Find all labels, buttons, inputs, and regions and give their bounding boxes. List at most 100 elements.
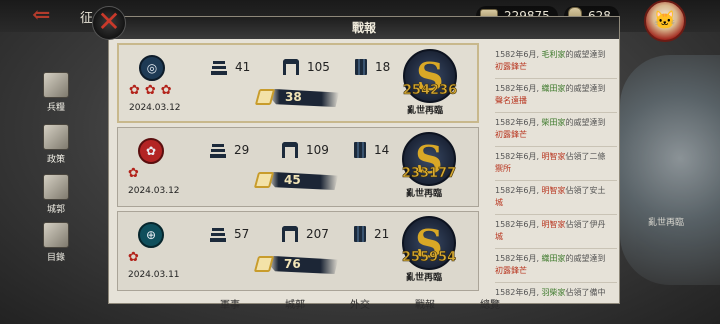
brush-stroke-bar xyxy=(269,89,339,107)
brush-stroke-bar xyxy=(268,172,338,190)
sidebar-item-catalog[interactable]: 目錄 xyxy=(38,222,74,263)
log-entry: 1582年6月, 明智家佔領了安土城 xyxy=(495,181,617,215)
log-rank: 聲名遠播 xyxy=(495,96,527,105)
log-clan: 明智家 xyxy=(541,186,566,195)
record-date: 2024.03.11 xyxy=(128,270,180,280)
castle-icon xyxy=(210,142,226,158)
back-arrow-icon[interactable]: ⇐ xyxy=(32,4,58,28)
background-scene: 亂世再臨 xyxy=(620,55,720,285)
sidebar-item-label: 兵糧 xyxy=(46,103,65,113)
helmet-icon xyxy=(282,142,298,158)
sidebar-item-label: 目錄 xyxy=(46,253,65,263)
sidebar-item-policy[interactable]: 政策 xyxy=(38,124,74,165)
log-date: 1582年6月, xyxy=(495,50,542,59)
log-clan: 毛利家 xyxy=(541,50,566,59)
log-text: 的威望達到 xyxy=(565,50,606,59)
log-clan: 柴田家 xyxy=(541,118,566,127)
log-clan: 織田家 xyxy=(541,254,566,263)
sidebar-item-castle[interactable]: 城郭 xyxy=(38,174,74,215)
tab-overview[interactable]: 總覽 xyxy=(480,296,500,316)
bottom-tabs: 軍事 城郭 外交 戰報 總覽 xyxy=(220,296,500,316)
helmet-icon xyxy=(283,59,299,75)
helmet-count-value: 109 xyxy=(306,143,329,157)
record-date: 2024.03.12 xyxy=(129,103,181,113)
castle-count-value: 29 xyxy=(234,143,250,157)
scene-caption: 亂世再臨 xyxy=(648,218,685,228)
close-button[interactable]: ✕ xyxy=(92,6,126,40)
season-name: 亂世再臨 xyxy=(406,189,443,199)
log-clan: 明智家 xyxy=(541,220,566,229)
log-text: 佔領了二條 xyxy=(565,152,606,161)
flag-count: 21 xyxy=(354,226,389,242)
sidebar-item-label: 城郭 xyxy=(46,205,65,215)
log-rank: 城 xyxy=(495,198,503,207)
scroll-count-value: 76 xyxy=(284,257,301,271)
log-text: 佔領了備中 xyxy=(565,288,606,297)
record-date: 2024.03.12 xyxy=(128,186,180,196)
log-entry: 1582年6月, 柴田家的威望達到 初露鋒芒 xyxy=(495,113,617,147)
helmet-count-value: 207 xyxy=(306,227,329,241)
log-date: 1582年6月, xyxy=(495,254,542,263)
clan-crest-icon: ◎ xyxy=(139,55,165,81)
log-date: 1582年6月, xyxy=(495,118,542,127)
cards-icon xyxy=(43,222,69,248)
log-clan: 織田家 xyxy=(541,84,566,93)
banner-icon xyxy=(354,142,366,158)
tab-castle[interactable]: 城郭 xyxy=(285,296,305,316)
log-entry: 1582年6月, 明智家佔領了伊丹城 xyxy=(495,215,617,249)
log-date: 1582年6月, xyxy=(495,288,542,297)
log-text: 的威望達到 xyxy=(565,84,606,93)
log-rank: 初露鋒芒 xyxy=(495,62,527,71)
log-date: 1582年6月, xyxy=(495,152,542,161)
castle-icon xyxy=(211,59,227,75)
flag-count: 14 xyxy=(354,142,389,158)
castle-count-value: 57 xyxy=(234,227,250,241)
log-entry: 1582年6月, 羽柴家佔領了備中 xyxy=(495,283,617,301)
log-text: 佔領了伊丹 xyxy=(565,220,606,229)
log-rank: 城 xyxy=(495,232,503,241)
season-name: 亂世再臨 xyxy=(406,273,443,283)
castle-count: 29 xyxy=(210,142,249,158)
castle-count: 41 xyxy=(211,59,250,75)
log-entry: 1582年6月, 織田家的威望達到初露鋒芒 xyxy=(495,249,617,283)
helmet-count: 105 xyxy=(283,59,330,75)
scroll-icon xyxy=(253,256,275,272)
battle-report-panel: 戰報 ◎ ✿✿✿ 2024.03.12 41 105 18 38 S 25423… xyxy=(108,16,620,304)
banner-icon xyxy=(354,226,366,242)
banner-icon xyxy=(355,59,367,75)
clan-crest-icon: ✿ xyxy=(138,138,164,164)
sidebar-item-grain[interactable]: 兵糧 xyxy=(38,72,74,113)
log-entry: 1582年6月, 明智家佔領了二條禦所 xyxy=(495,147,617,181)
helmet-count-value: 105 xyxy=(307,60,330,74)
helmet-count: 109 xyxy=(282,142,329,158)
rank-flowers-icon: ✿ xyxy=(128,166,144,181)
brush-stroke-bar xyxy=(268,256,338,274)
record-card[interactable]: ⊕ ✿ 2024.03.11 57 207 21 76 S 255954 亂世再… xyxy=(117,211,479,291)
rank-flowers-icon: ✿ xyxy=(128,250,144,265)
log-date: 1582年6月, xyxy=(495,186,542,195)
mascot-cat-icon[interactable]: 🐱 xyxy=(644,0,686,42)
event-log[interactable]: 1582年6月, 毛利家的威望達到 初露鋒芒 1582年6月, 織田家的威望達到聲… xyxy=(495,45,617,301)
tab-diplomacy[interactable]: 外交 xyxy=(350,296,370,316)
record-list: ◎ ✿✿✿ 2024.03.12 41 105 18 38 S 254236 亂… xyxy=(117,43,479,295)
log-date: 1582年6月, xyxy=(495,220,542,229)
log-date: 1582年6月, xyxy=(495,84,542,93)
log-rank: 初露鋒芒 xyxy=(495,130,527,139)
log-rank: 初露鋒芒 xyxy=(495,266,527,275)
flag-count-value: 14 xyxy=(374,143,390,157)
log-clan: 明智家 xyxy=(541,152,566,161)
rank-flowers-icon: ✿✿✿ xyxy=(129,83,177,98)
log-entry: 1582年6月, 織田家的威望達到聲名遠播 xyxy=(495,79,617,113)
book-icon xyxy=(43,124,69,150)
scroll-icon xyxy=(253,172,275,188)
castle-count-value: 41 xyxy=(235,60,251,74)
tab-military[interactable]: 軍事 xyxy=(220,296,240,316)
record-card[interactable]: ✿ ✿ 2024.03.12 29 109 14 45 S 233177 亂世再… xyxy=(117,127,479,207)
log-rank: 禦所 xyxy=(495,164,511,173)
sidebar-item-label: 政策 xyxy=(46,155,65,165)
season-name: 亂世再臨 xyxy=(407,106,444,116)
record-score: 254236 xyxy=(402,83,458,99)
record-card[interactable]: ◎ ✿✿✿ 2024.03.12 41 105 18 38 S 254236 亂… xyxy=(117,43,479,123)
tab-report[interactable]: 戰報 xyxy=(415,296,435,316)
log-text: 的威望達到 xyxy=(565,254,606,263)
